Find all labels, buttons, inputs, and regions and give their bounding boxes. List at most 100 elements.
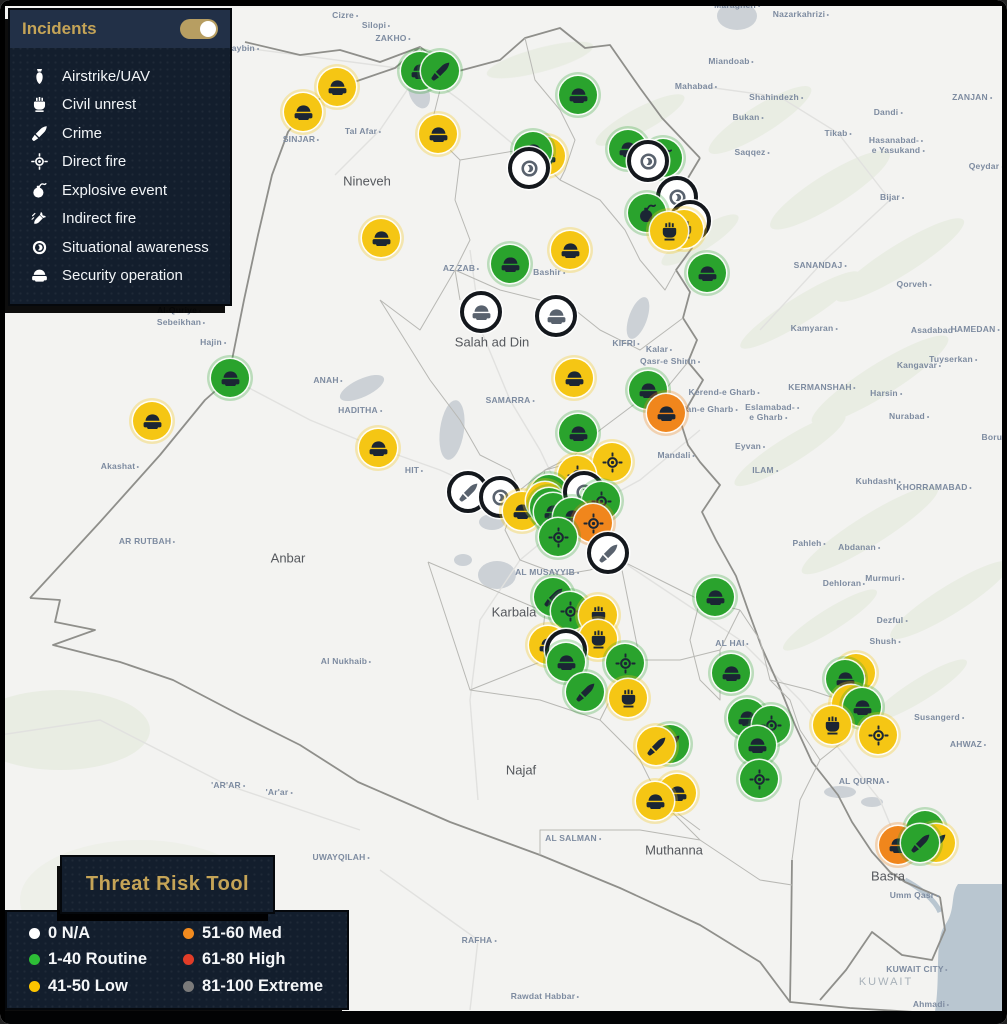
direct-fire-icon (559, 600, 582, 623)
security-operation-icon (499, 253, 522, 276)
security-operation-icon (704, 586, 727, 609)
marker-direct-fire[interactable] (606, 644, 644, 682)
situational-awareness-icon (518, 157, 541, 180)
risk-legend-label: 61-80 High (202, 950, 286, 969)
marker-security-operation[interactable] (211, 359, 249, 397)
civil-unrest-icon (617, 687, 640, 710)
risk-legend-item: 61-80 High (183, 947, 337, 974)
risk-legend-item: 41-50 Low (29, 973, 183, 1000)
incident-type-label: Situational awareness (62, 238, 209, 256)
incident-type-airstrike[interactable]: Airstrike/UAV (30, 62, 220, 91)
security-operation-icon (746, 734, 769, 757)
risk-legend-label: 81-100 Extreme (202, 977, 324, 996)
crime-icon (457, 481, 480, 504)
marker-civil-unrest[interactable] (650, 212, 688, 250)
direct-fire-icon (30, 152, 49, 171)
marker-security-operation[interactable] (647, 394, 685, 432)
security-operation-icon (555, 651, 578, 674)
marker-situational-awareness[interactable] (508, 147, 550, 189)
marker-crime[interactable] (637, 727, 675, 765)
security-operation-icon (851, 696, 874, 719)
marker-security-operation[interactable] (712, 654, 750, 692)
marker-security-operation[interactable] (460, 291, 502, 333)
civil-unrest-icon (587, 628, 610, 651)
marker-security-operation[interactable] (284, 93, 322, 131)
incident-type-label: Civil unrest (62, 96, 137, 114)
marker-direct-fire[interactable] (593, 443, 631, 481)
civil-unrest-icon (30, 95, 49, 114)
risk-legend-item: 81-100 Extreme (183, 973, 337, 1000)
marker-security-operation[interactable] (359, 429, 397, 467)
incident-type-security-operation[interactable]: Security operation (30, 262, 220, 291)
indirect-fire-icon (30, 209, 49, 228)
risk-legend-item: 1-40 Routine (29, 947, 183, 974)
incidents-toggle[interactable] (180, 19, 218, 39)
security-operation-icon (427, 123, 450, 146)
marker-security-operation[interactable] (551, 231, 589, 269)
risk-legend-label: 1-40 Routine (48, 950, 148, 969)
marker-crime[interactable] (421, 52, 459, 90)
risk-legend-label: 51-60 Med (202, 923, 282, 942)
risk-color-dot (183, 927, 194, 939)
crime-icon (597, 542, 620, 565)
marker-security-operation[interactable] (419, 115, 457, 153)
security-operation-icon (292, 101, 315, 124)
marker-direct-fire[interactable] (740, 760, 778, 798)
security-operation-icon (696, 262, 719, 285)
marker-security-operation[interactable] (636, 782, 674, 820)
civil-unrest-icon (658, 220, 681, 243)
incidents-panel-header: Incidents (10, 10, 230, 48)
security-operation-icon (644, 790, 667, 813)
security-operation-icon (219, 367, 242, 390)
risk-color-dot (29, 954, 40, 966)
security-operation-icon (655, 402, 678, 425)
security-operation-icon (720, 662, 743, 685)
marker-direct-fire[interactable] (859, 716, 897, 754)
incident-type-explosive[interactable]: Explosive event (30, 176, 220, 205)
security-operation-icon (470, 301, 493, 324)
marker-security-operation[interactable] (555, 359, 593, 397)
incident-type-indirect-fire[interactable]: Indirect fire (30, 205, 220, 234)
incident-type-civil-unrest[interactable]: Civil unrest (30, 91, 220, 120)
security-operation-icon (567, 422, 590, 445)
risk-color-dot (183, 954, 194, 966)
incident-type-situational-awareness[interactable]: Situational awareness (30, 233, 220, 262)
marker-security-operation[interactable] (559, 76, 597, 114)
marker-security-operation[interactable] (738, 726, 776, 764)
security-operation-icon (30, 266, 49, 285)
window-frame-right (1002, 0, 1007, 1024)
marker-security-operation[interactable] (559, 414, 597, 452)
incident-type-crime[interactable]: Crime (30, 119, 220, 148)
marker-security-operation[interactable] (318, 68, 356, 106)
incident-type-direct-fire[interactable]: Direct fire (30, 148, 220, 177)
marker-situational-awareness[interactable] (627, 140, 669, 182)
marker-security-operation[interactable] (688, 254, 726, 292)
direct-fire-icon (582, 512, 605, 535)
incidents-panel-title: Incidents (22, 19, 97, 38)
direct-fire-icon (867, 724, 890, 747)
marker-civil-unrest[interactable] (813, 706, 851, 744)
marker-security-operation[interactable] (362, 219, 400, 257)
direct-fire-icon (748, 768, 771, 791)
marker-security-operation[interactable] (535, 295, 577, 337)
security-operation-icon (563, 367, 586, 390)
crime-icon (574, 681, 597, 704)
marker-crime[interactable] (566, 673, 604, 711)
marker-direct-fire[interactable] (539, 518, 577, 556)
incidents-panel: Incidents Airstrike/UAV Civil unrest Crime… (8, 8, 232, 306)
incident-type-label: Explosive event (62, 181, 168, 199)
incident-type-label: Direct fire (62, 153, 127, 171)
crime-icon (30, 124, 49, 143)
civil-unrest-icon (821, 714, 844, 737)
risk-legend-label: 41-50 Low (48, 977, 128, 996)
marker-security-operation[interactable] (133, 402, 171, 440)
marker-security-operation[interactable] (491, 245, 529, 283)
threat-map-app: CizreSilopiZAKHONusaybinMaraghehNazarkah… (0, 0, 1007, 1024)
marker-crime[interactable] (901, 824, 939, 862)
marker-civil-unrest[interactable] (609, 679, 647, 717)
risk-legend-item: 51-60 Med (183, 920, 337, 947)
security-operation-icon (567, 84, 590, 107)
marker-crime[interactable] (587, 532, 629, 574)
incidents-legend-list: Airstrike/UAV Civil unrest Crime Direct fir… (10, 48, 230, 304)
marker-security-operation[interactable] (696, 578, 734, 616)
